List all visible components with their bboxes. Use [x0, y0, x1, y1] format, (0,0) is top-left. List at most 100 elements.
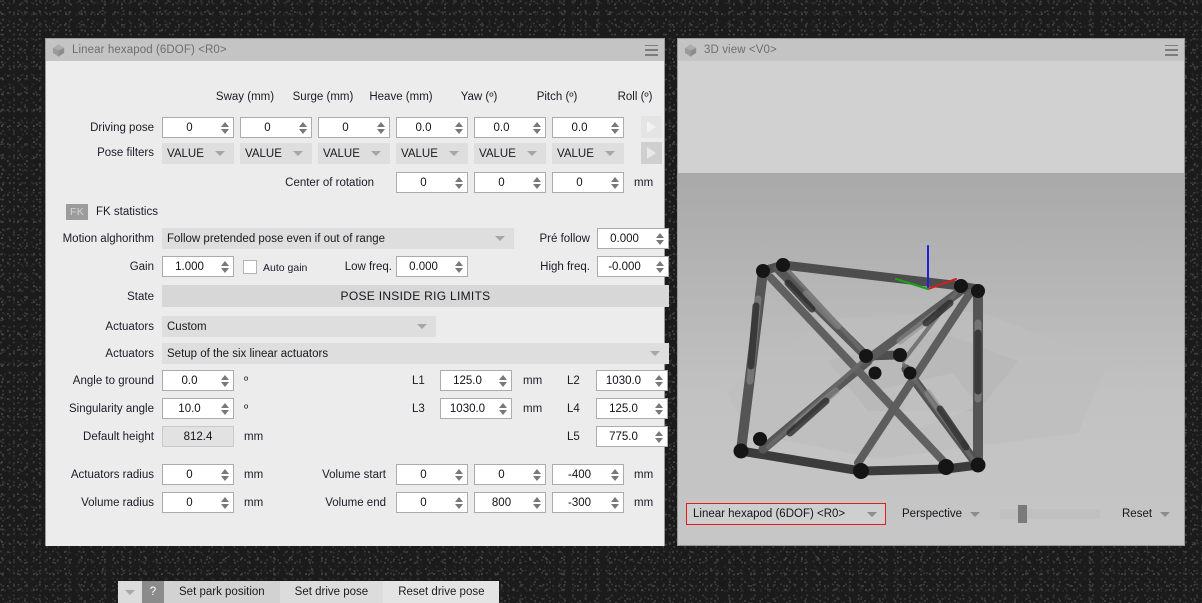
driving-pose-yaw-spinner[interactable]: 0.0: [396, 117, 468, 138]
angle-to-ground-label: Angle to ground: [72, 375, 154, 387]
pose-filter-pitch-combo[interactable]: VALUE: [474, 143, 546, 164]
rig-selector-combo[interactable]: Linear hexapod (6DOF) <R0>: [686, 503, 886, 525]
motion-algorithm-combo[interactable]: Follow pretended pose even if out of ran…: [162, 228, 514, 249]
l3-value: 1030.0: [449, 402, 486, 415]
actuators-setup-combo[interactable]: Setup of the six linear actuators: [162, 343, 669, 364]
driving-pose-pitch-spinner[interactable]: 0.0: [474, 117, 546, 138]
l5-spinner[interactable]: 775.0: [596, 426, 668, 447]
high-freq-spinner[interactable]: -0.000: [597, 256, 669, 277]
volume-end-y-spinner[interactable]: 800: [474, 492, 546, 513]
spinner-arrows-icon[interactable]: [218, 371, 231, 390]
spinner-arrows-icon[interactable]: [452, 465, 465, 484]
zoom-slider-handle[interactable]: [1018, 505, 1027, 523]
spinner-arrows-icon[interactable]: [530, 118, 543, 137]
actuators-radius-spinner[interactable]: 0: [162, 464, 234, 485]
3d-viewport[interactable]: Linear hexapod (6DOF) <R0> Perspective R…: [678, 61, 1184, 545]
volume-start-x-spinner[interactable]: 0: [396, 464, 468, 485]
center-of-rotation-z-spinner[interactable]: 0: [552, 172, 624, 193]
hexapod-icon: [684, 43, 697, 57]
l5-label: L5: [567, 431, 580, 443]
volume-end-x-value: 0: [420, 496, 427, 509]
driving-pose-sway-spinner[interactable]: 0: [162, 117, 234, 138]
spinner-arrows-icon[interactable]: [452, 493, 465, 512]
spinner-arrows-icon[interactable]: [218, 493, 231, 512]
hamburger-icon[interactable]: [1165, 44, 1178, 56]
reset-drive-pose-button[interactable]: Reset drive pose: [383, 581, 500, 603]
spinner-arrows-icon[interactable]: [218, 118, 231, 137]
center-of-rotation-y-spinner[interactable]: 0: [474, 172, 546, 193]
spinner-arrows-icon[interactable]: [530, 173, 543, 192]
projection-combo[interactable]: Perspective: [896, 503, 988, 525]
volume-end-z-spinner[interactable]: -300: [552, 492, 624, 513]
pose-filters-play-button[interactable]: [641, 142, 662, 164]
driving-pose-surge-value: 0: [264, 121, 271, 134]
spinner-arrows-icon[interactable]: [608, 118, 621, 137]
help-button[interactable]: ?: [142, 581, 164, 603]
center-of-rotation-x-spinner[interactable]: 0: [396, 172, 468, 193]
spinner-arrows-icon[interactable]: [296, 118, 309, 137]
spinner-arrows-icon[interactable]: [608, 173, 621, 192]
reset-view-label: Reset: [1122, 508, 1153, 520]
volume-end-x-spinner[interactable]: 0: [396, 492, 468, 513]
spinner-arrows-icon[interactable]: [653, 229, 666, 248]
actuators-radius-unit: mm: [244, 469, 264, 481]
gain-spinner[interactable]: 1.000: [162, 256, 234, 277]
pose-filter-roll-combo[interactable]: VALUE: [552, 143, 624, 164]
spinner-arrows-icon[interactable]: [218, 465, 231, 484]
more-options-button[interactable]: [118, 581, 142, 603]
set-park-position-button[interactable]: Set park position: [164, 581, 280, 603]
auto-gain-checkbox[interactable]: [243, 260, 257, 274]
l3-spinner[interactable]: 1030.0: [440, 398, 512, 419]
driving-pose-play-button[interactable]: [641, 116, 662, 138]
hexapod-3d-scene: [726, 245, 1108, 479]
hamburger-icon[interactable]: [645, 44, 658, 56]
actuators-type-value: Custom: [167, 320, 207, 333]
pre-follow-spinner[interactable]: 0.000: [597, 228, 669, 249]
driving-pose-yaw-value: 0.0: [415, 121, 432, 134]
spinner-arrows-icon[interactable]: [496, 399, 509, 418]
set-drive-pose-button[interactable]: Set drive pose: [279, 581, 384, 603]
spinner-arrows-icon[interactable]: [452, 118, 465, 137]
chevron-down-icon: [970, 511, 980, 517]
actuators-type-combo[interactable]: Custom: [162, 316, 436, 337]
volume-start-y-spinner[interactable]: 0: [474, 464, 546, 485]
spinner-arrows-icon[interactable]: [218, 257, 231, 276]
left-window-titlebar[interactable]: Linear hexapod (6DOF) <R0>: [46, 39, 664, 61]
driving-pose-surge-spinner[interactable]: 0: [240, 117, 312, 138]
pose-filter-surge-combo[interactable]: VALUE: [240, 143, 312, 164]
reset-view-combo[interactable]: Reset: [1116, 503, 1178, 525]
l4-spinner[interactable]: 125.0: [596, 398, 668, 419]
volume-start-label: Volume start: [322, 469, 386, 481]
low-freq-label: Low freq.: [344, 261, 392, 273]
spinner-arrows-icon[interactable]: [496, 371, 509, 390]
spinner-arrows-icon[interactable]: [652, 427, 665, 446]
volume-start-z-spinner[interactable]: -400: [552, 464, 624, 485]
right-window-titlebar[interactable]: 3D view <V0>: [678, 39, 1184, 61]
l1-value: 125.0: [453, 374, 482, 387]
spinner-arrows-icon[interactable]: [218, 399, 231, 418]
spinner-arrows-icon[interactable]: [530, 493, 543, 512]
spinner-arrows-icon[interactable]: [608, 493, 621, 512]
angle-to-ground-spinner[interactable]: 0.0: [162, 370, 234, 391]
spinner-arrows-icon[interactable]: [452, 257, 465, 276]
spinner-arrows-icon[interactable]: [374, 118, 387, 137]
driving-pose-pitch-value: 0.0: [493, 121, 510, 134]
pose-filter-sway-combo[interactable]: VALUE: [162, 143, 234, 164]
spinner-arrows-icon[interactable]: [653, 257, 666, 276]
spinner-arrows-icon[interactable]: [530, 465, 543, 484]
spinner-arrows-icon[interactable]: [652, 399, 665, 418]
driving-pose-heave-spinner[interactable]: 0: [318, 117, 390, 138]
l2-spinner[interactable]: 1030.0: [596, 370, 668, 391]
driving-pose-roll-spinner[interactable]: 0.0: [552, 117, 624, 138]
zoom-slider[interactable]: [1000, 505, 1100, 523]
volume-radius-spinner[interactable]: 0: [162, 492, 234, 513]
low-freq-spinner[interactable]: 0.000: [396, 256, 468, 277]
spinner-arrows-icon[interactable]: [652, 371, 665, 390]
spinner-arrows-icon[interactable]: [608, 465, 621, 484]
singularity-angle-spinner[interactable]: 10.0: [162, 398, 234, 419]
right-window-title: 3D view <V0>: [704, 44, 777, 56]
spinner-arrows-icon[interactable]: [452, 173, 465, 192]
l1-spinner[interactable]: 125.0: [440, 370, 512, 391]
pose-filter-heave-combo[interactable]: VALUE: [318, 143, 390, 164]
pose-filter-yaw-combo[interactable]: VALUE: [396, 143, 468, 164]
